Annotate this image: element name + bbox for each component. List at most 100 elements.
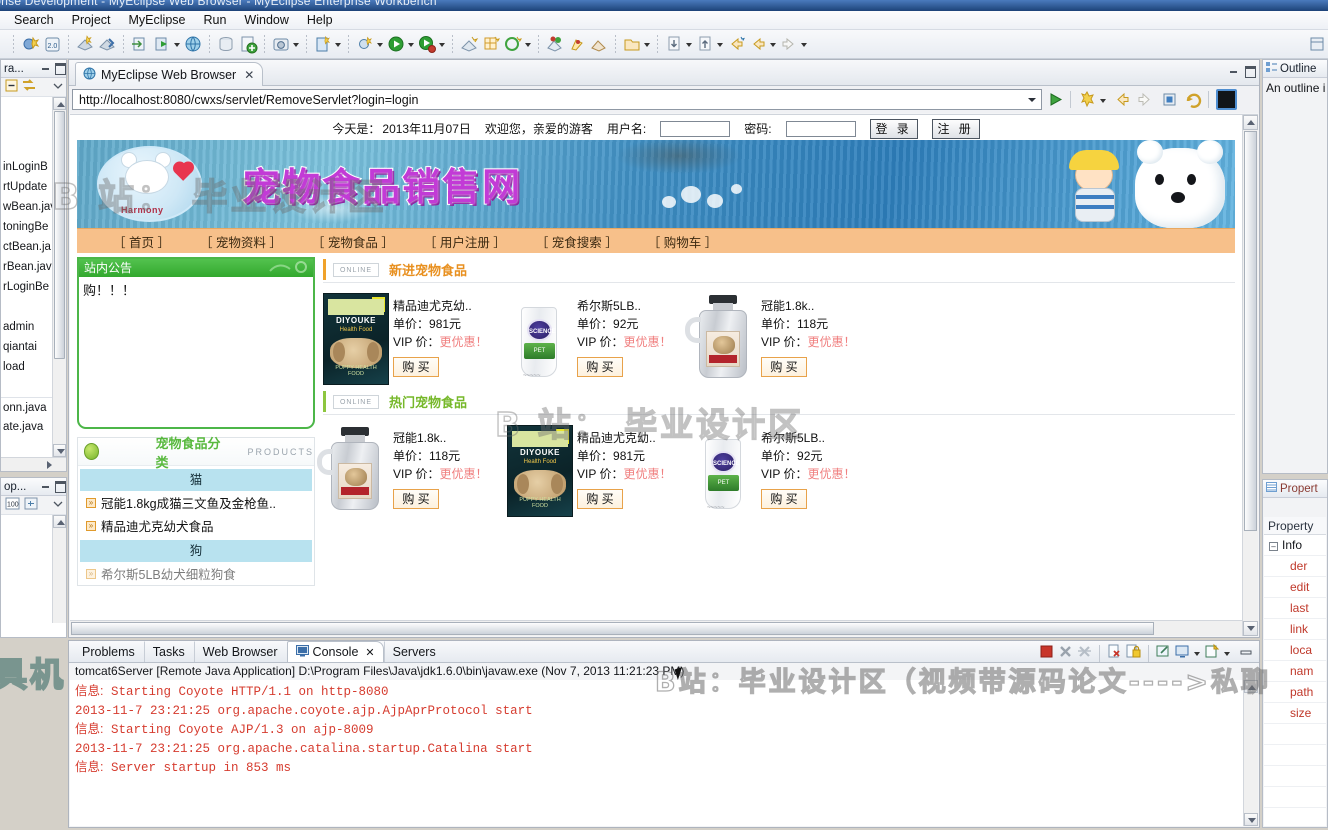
deploy-icon[interactable] xyxy=(75,34,95,54)
buy-button[interactable]: 购 买 xyxy=(761,489,807,509)
lower-left-panel-tab[interactable]: op... xyxy=(1,478,66,496)
forward-dropdown-arrow[interactable] xyxy=(800,34,809,54)
tab-console[interactable]: Console ✕ xyxy=(286,641,384,662)
close-icon[interactable]: ✕ xyxy=(244,68,254,82)
hundred-percent-icon[interactable]: 100 xyxy=(5,497,20,513)
menu-item-project[interactable]: Project xyxy=(64,12,119,28)
nav-item-cart[interactable]: ［ 购物车 ］ xyxy=(648,232,717,251)
lower-panel-vertical-scrollbar[interactable] xyxy=(52,515,66,623)
properties-row[interactable]: der xyxy=(1264,556,1326,577)
collapse-icon[interactable]: – xyxy=(1269,542,1278,551)
browser-theme-icon[interactable] xyxy=(1216,89,1237,110)
remove-launch-icon[interactable] xyxy=(1057,643,1074,663)
scrollbar-thumb[interactable] xyxy=(71,622,1154,635)
explorer-vertical-scrollbar[interactable] xyxy=(52,97,66,457)
properties-tab[interactable]: Propert xyxy=(1263,480,1327,498)
scroll-down-icon[interactable] xyxy=(1244,813,1258,826)
run-icon[interactable] xyxy=(386,34,406,54)
new-java-class-dropdown-arrow[interactable] xyxy=(334,34,343,54)
category-item[interactable]: » 精品迪尤克幼犬食品 xyxy=(78,514,314,537)
nav-item-register[interactable]: ［ 用户注册 ］ xyxy=(424,232,506,251)
register-button[interactable]: 注 册 xyxy=(931,118,980,139)
product-image-can[interactable]: SCIENCE PET ~~~~~ xyxy=(691,425,757,517)
scroll-up-icon[interactable] xyxy=(53,97,66,110)
bookmark-icon[interactable] xyxy=(1078,89,1099,110)
product-name[interactable]: 冠能1.8k.. xyxy=(761,297,855,315)
scroll-up-icon[interactable] xyxy=(1243,115,1258,130)
url-combo[interactable]: http://localhost:8080/cwxs/servlet/Remov… xyxy=(72,89,1042,110)
next-annotation-dropdown-arrow[interactable] xyxy=(716,34,725,54)
password-input[interactable] xyxy=(785,120,856,137)
open-folder-icon[interactable] xyxy=(622,34,642,54)
display-console-dropdown-arrow[interactable] xyxy=(1193,643,1202,663)
remove-all-launches-icon[interactable] xyxy=(1076,643,1093,663)
scroll-up-icon[interactable] xyxy=(1244,680,1258,693)
product-image-bag[interactable]: DIYOUKE Health Food PUPPY HEALTH FOOD xyxy=(323,293,389,385)
run-server-icon[interactable] xyxy=(152,34,172,54)
external-tools-icon[interactable] xyxy=(355,34,375,54)
properties-row[interactable]: nam xyxy=(1264,661,1326,682)
product-name[interactable]: 精品迪尤克幼.. xyxy=(577,429,671,447)
properties-group-row[interactable]: – Info xyxy=(1264,535,1326,556)
open-browser-icon[interactable] xyxy=(183,34,203,54)
external-tools-dropdown-arrow[interactable] xyxy=(376,34,385,54)
new-project-icon[interactable] xyxy=(459,34,479,54)
tab-servers[interactable]: Servers xyxy=(383,641,445,662)
maximize-icon[interactable] xyxy=(1245,66,1256,78)
product-name[interactable]: 冠能1.8k.. xyxy=(393,429,487,447)
go-button[interactable] xyxy=(1045,89,1066,110)
product-image-bottle[interactable] xyxy=(317,425,389,517)
tab-problems[interactable]: Problems xyxy=(73,641,144,662)
page-horizontal-scrollbar[interactable] xyxy=(70,620,1242,636)
scroll-down-icon[interactable] xyxy=(1243,621,1258,636)
debug-dropdown-arrow[interactable] xyxy=(438,34,447,54)
console-vertical-scrollbar[interactable] xyxy=(1243,680,1258,826)
back-dropdown-arrow[interactable] xyxy=(769,34,778,54)
snapshot-dropdown-arrow[interactable] xyxy=(292,34,301,54)
buy-button[interactable]: 购 买 xyxy=(577,489,623,509)
page-vertical-scrollbar[interactable] xyxy=(1242,115,1258,636)
last-edit-location-icon[interactable] xyxy=(726,34,746,54)
forward-icon[interactable] xyxy=(779,34,799,54)
scrollbar-thumb[interactable] xyxy=(1244,131,1257,531)
perspective-switch-icon[interactable] xyxy=(1307,34,1327,54)
previous-annotation-dropdown-arrow[interactable] xyxy=(685,34,694,54)
clear-console-icon[interactable] xyxy=(1106,643,1123,663)
product-name[interactable]: 希尔斯5LB.. xyxy=(577,297,671,315)
open-resource-icon[interactable] xyxy=(589,34,609,54)
browser-refresh-icon[interactable] xyxy=(1183,89,1204,110)
new-task-dropdown-arrow[interactable] xyxy=(524,34,533,54)
tab-web-browser[interactable]: Web Browser xyxy=(193,641,287,662)
buy-button[interactable]: 购 买 xyxy=(393,489,439,509)
open-console-dropdown-arrow[interactable] xyxy=(1223,643,1232,663)
close-icon[interactable]: ✕ xyxy=(365,646,374,659)
new-task-icon[interactable] xyxy=(503,34,523,54)
properties-row[interactable]: loca xyxy=(1264,640,1326,661)
category-item[interactable]: » 冠能1.8kg成猫三文鱼及金枪鱼.. xyxy=(78,491,314,514)
tab-tasks[interactable]: Tasks xyxy=(143,641,194,662)
properties-row[interactable]: path xyxy=(1264,682,1326,703)
add-file-icon[interactable] xyxy=(238,34,258,54)
new-wizard-icon[interactable] xyxy=(20,34,40,54)
product-name[interactable]: 精品迪尤克幼.. xyxy=(393,297,487,315)
link-with-editor-icon[interactable] xyxy=(22,79,36,95)
buy-button[interactable]: 购 买 xyxy=(393,357,439,377)
properties-row[interactable]: link xyxy=(1264,619,1326,640)
tab-myeclipse-web-browser[interactable]: MyEclipse Web Browser ✕ xyxy=(75,62,264,86)
menu-item-myeclipse[interactable]: MyEclipse xyxy=(121,12,194,28)
nav-item-pet-info[interactable]: ［ 宠物资料 ］ xyxy=(200,232,282,251)
menu-item-run[interactable]: Run xyxy=(195,12,234,28)
username-input[interactable] xyxy=(660,120,731,137)
pin-console-icon[interactable] xyxy=(1155,643,1172,663)
url-dropdown-arrow[interactable] xyxy=(1024,90,1039,109)
menu-item-search[interactable]: Search xyxy=(6,12,62,28)
product-image-bag[interactable]: DIYOUKE Health Food PUPPY HEALTH FOOD xyxy=(507,425,573,517)
nav-item-home[interactable]: ［ 首页 ］ xyxy=(113,232,170,251)
run-dropdown-arrow[interactable] xyxy=(407,34,416,54)
search-rocket-icon[interactable] xyxy=(567,34,587,54)
java-ee-perspective-icon[interactable]: 2.0 xyxy=(42,34,62,54)
scroll-lock-icon[interactable] xyxy=(1125,643,1142,663)
debug-icon[interactable] xyxy=(417,34,437,54)
browser-back-icon[interactable] xyxy=(1111,89,1132,110)
package-explorer-tree[interactable]: inLoginB rtUpdate wBean.jav toningBe ctB… xyxy=(1,97,66,471)
